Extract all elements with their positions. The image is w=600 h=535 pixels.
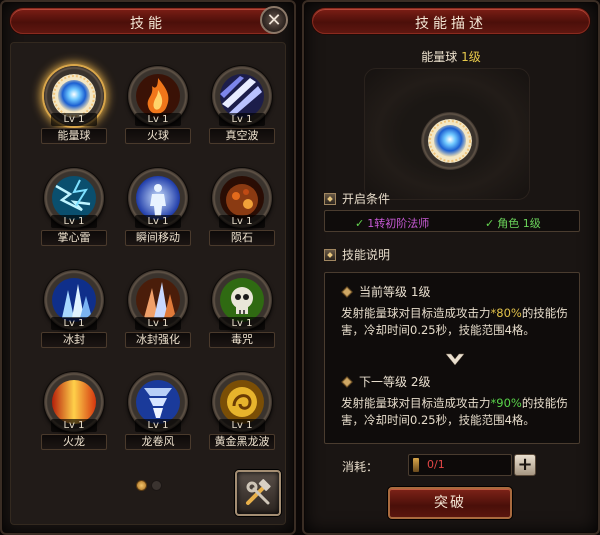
fireball-icon xyxy=(136,74,180,118)
material-item-icon xyxy=(413,458,419,472)
skill-name: 黄金黑龙波 xyxy=(209,434,275,450)
current-level-heading: 当前等级 1级 xyxy=(341,283,430,300)
skill-slot[interactable]: Lv 1 龙卷风 xyxy=(117,372,199,462)
selected-skill-name: 能量球 xyxy=(421,50,458,64)
golden-dragon-wave-icon xyxy=(220,380,264,424)
description-panel-title: 技能描述 xyxy=(415,16,487,32)
selected-skill-level: 1级 xyxy=(461,50,481,64)
skill-name: 陨石 xyxy=(209,230,275,246)
skill-name: 冰封强化 xyxy=(125,332,191,348)
chevron-down-icon xyxy=(445,353,465,366)
skill-name: 火球 xyxy=(125,128,191,144)
skill-level-badge: Lv 1 xyxy=(135,419,181,432)
close-icon: ✕ xyxy=(266,9,282,31)
skill-slot[interactable]: Lv 1 瞬间移动 xyxy=(117,168,199,258)
tornado-icon xyxy=(136,380,180,424)
skill-name: 瞬间移动 xyxy=(125,230,191,246)
skill-slot[interactable]: Lv 1 冰封 xyxy=(33,270,115,360)
skill-name: 能量球 xyxy=(41,128,107,144)
current-level-description: 发射能量球对目标造成攻击力*80%的技能伤害，冷却时间0.25秒，技能范围4格。 xyxy=(341,306,568,337)
skill-slot[interactable]: Lv 1 毒咒 xyxy=(201,270,283,360)
energy-orb-icon xyxy=(428,119,472,163)
cost-label: 消耗： xyxy=(342,460,379,474)
teleport-icon xyxy=(136,176,180,220)
skill-level-badge: Lv 1 xyxy=(219,215,265,228)
skill-slot[interactable]: Lv 1 冰封强化 xyxy=(117,270,199,360)
skill-slot[interactable]: Lv 1 能量球 xyxy=(33,66,115,156)
tools-button[interactable] xyxy=(235,470,281,516)
skill-level-badge: Lv 1 xyxy=(219,419,265,432)
skill-explanation-heading: 技能说明 xyxy=(324,246,390,263)
condition-class: ✓ 1转初阶法师 xyxy=(355,217,430,230)
skills-panel: 技能 ✕ Lv 1 能量球 Lv 1 火球 Lv 1 真空波 Lv 1 掌心雷 Lv 1 瞬间移动… xyxy=(0,0,296,535)
poison-curse-icon xyxy=(220,278,264,322)
skill-level-badge: Lv 1 xyxy=(135,113,181,126)
skill-level-badge: Lv 1 xyxy=(135,215,181,228)
ice-seal-icon xyxy=(52,278,96,322)
checkmark-icon: ✓ xyxy=(485,217,495,230)
section-bullet-icon xyxy=(324,248,336,261)
skill-slot[interactable]: Lv 1 火球 xyxy=(117,66,199,156)
skill-slot[interactable]: Lv 1 陨石 xyxy=(201,168,283,258)
selected-skill-title: 能量球 1级 xyxy=(304,48,598,65)
checkmark-icon: ✓ xyxy=(355,217,365,230)
condition-level: ✓ 角色 1级 xyxy=(485,217,541,230)
unlock-conditions-box: ✓ 1转初阶法师 ✓ 角色 1级 xyxy=(324,210,580,232)
meteor-icon xyxy=(220,176,264,220)
skill-level-badge: Lv 1 xyxy=(219,317,265,330)
skills-panel-title: 技能 xyxy=(130,16,166,32)
skill-slot[interactable]: Lv 1 真空波 xyxy=(201,66,283,156)
fire-dragon-icon xyxy=(52,380,96,424)
skill-level-badge: Lv 1 xyxy=(135,317,181,330)
skill-slot[interactable]: Lv 1 黄金黑龙波 xyxy=(201,372,283,462)
ice-seal-enhance-icon xyxy=(136,278,180,322)
selected-skill-icon-frame xyxy=(421,112,479,170)
cost-value: 0/1 xyxy=(427,458,445,471)
energy-orb-icon xyxy=(52,74,96,118)
skills-titlebar: 技能 xyxy=(10,8,286,34)
skill-level-badge: Lv 1 xyxy=(51,419,97,432)
skill-name: 真空波 xyxy=(209,128,275,144)
skill-name: 掌心雷 xyxy=(41,230,107,246)
skill-level-badge: Lv 1 xyxy=(51,317,97,330)
page-dot-1[interactable] xyxy=(136,480,147,491)
plus-icon: + xyxy=(517,454,533,475)
palm-thunder-icon xyxy=(52,176,96,220)
next-level-heading: 下一等级 2级 xyxy=(341,373,430,390)
description-titlebar: 技能描述 xyxy=(312,8,590,34)
cost-field: 0/1 xyxy=(408,454,512,476)
skill-name: 冰封 xyxy=(41,332,107,348)
breakthrough-button[interactable]: 突破 xyxy=(388,487,512,519)
hammer-wrench-icon xyxy=(246,479,271,505)
skill-level-badge: Lv 1 xyxy=(51,215,97,228)
page-indicator xyxy=(136,480,162,491)
skill-slot[interactable]: Lv 1 火龙 xyxy=(33,372,115,462)
skill-description-box: 当前等级 1级 发射能量球对目标造成攻击力*80%的技能伤害，冷却时间0.25秒… xyxy=(324,272,580,444)
skill-name: 龙卷风 xyxy=(125,434,191,450)
page-dot-2[interactable] xyxy=(151,480,162,491)
skill-level-badge: Lv 1 xyxy=(219,113,265,126)
section-bullet-icon xyxy=(324,192,336,205)
unlock-conditions-heading: 开启条件 xyxy=(324,190,390,207)
skill-name: 火龙 xyxy=(41,434,107,450)
skill-description-panel: 技能描述 能量球 1级 开启条件 ✓ 1转初阶法师 ✓ 角色 1级 技能说明 当… xyxy=(302,0,600,535)
bullet-icon xyxy=(341,285,353,298)
skill-level-badge: Lv 1 xyxy=(51,113,97,126)
bullet-icon xyxy=(341,375,353,388)
next-level-description: 发射能量球对目标造成攻击力*90%的技能伤害，冷却时间0.25秒，技能范围4格。 xyxy=(341,396,568,427)
add-material-button[interactable]: + xyxy=(514,454,536,476)
close-button[interactable]: ✕ xyxy=(260,6,288,34)
vacuum-wave-icon xyxy=(220,74,264,118)
skill-name: 毒咒 xyxy=(209,332,275,348)
skill-slot[interactable]: Lv 1 掌心雷 xyxy=(33,168,115,258)
